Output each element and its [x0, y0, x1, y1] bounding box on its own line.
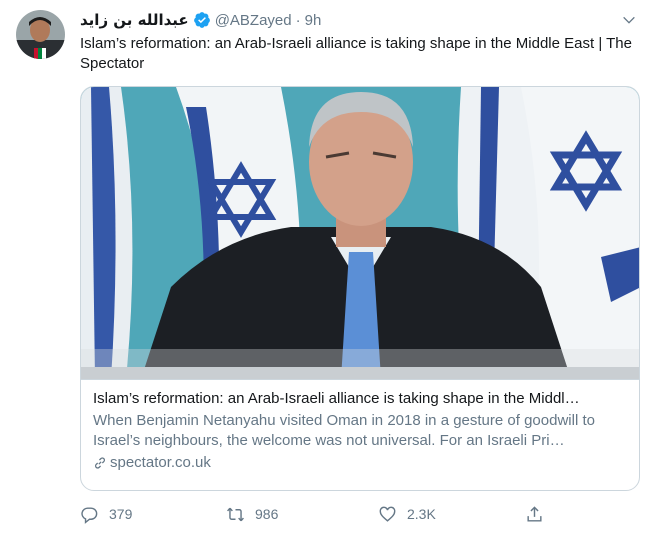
retweet-button[interactable]: 986 — [226, 502, 278, 526]
share-icon — [527, 505, 542, 522]
like-count: 2.3K — [407, 506, 436, 522]
card-domain-text: spectator.co.uk — [110, 454, 211, 471]
reply-button[interactable]: 379 — [80, 502, 132, 526]
timestamp[interactable]: 9h — [305, 12, 322, 29]
display-name[interactable]: عبدالله بن زايد — [80, 11, 189, 29]
link-card[interactable]: Islam’s reformation: an Arab-Israeli all… — [80, 86, 640, 491]
share-button[interactable] — [525, 502, 554, 526]
reply-count: 379 — [109, 506, 133, 522]
card-info[interactable]: Islam’s reformation: an Arab-Israeli all… — [81, 379, 639, 490]
verified-badge-icon — [193, 11, 211, 29]
tweet[interactable]: عبدالله بن زايد @ABZayed · 9h Islam’s re… — [0, 0, 655, 545]
tweet-text: Islam’s reformation: an Arab-Israeli all… — [80, 35, 632, 72]
separator-dot: · — [295, 11, 301, 29]
retweet-icon — [227, 507, 244, 521]
link-icon — [95, 457, 105, 469]
chevron-down-icon[interactable] — [621, 12, 637, 28]
avatar[interactable] — [16, 10, 65, 59]
tweet-actions: 379 986 2.3K — [80, 502, 550, 526]
tweet-header: عبدالله بن زايد @ABZayed · 9h — [80, 10, 321, 30]
card-description: When Benjamin Netanyahu visited Oman in … — [93, 412, 595, 449]
reply-icon — [81, 506, 98, 524]
retweet-count: 986 — [255, 506, 279, 522]
like-icon — [379, 506, 396, 522]
card-domain: spectator.co.uk — [93, 453, 629, 473]
handle[interactable]: @ABZayed — [215, 12, 292, 29]
like-button[interactable]: 2.3K — [378, 502, 436, 526]
card-title: Islam’s reformation: an Arab-Israeli all… — [93, 390, 580, 407]
card-image[interactable] — [81, 87, 639, 379]
